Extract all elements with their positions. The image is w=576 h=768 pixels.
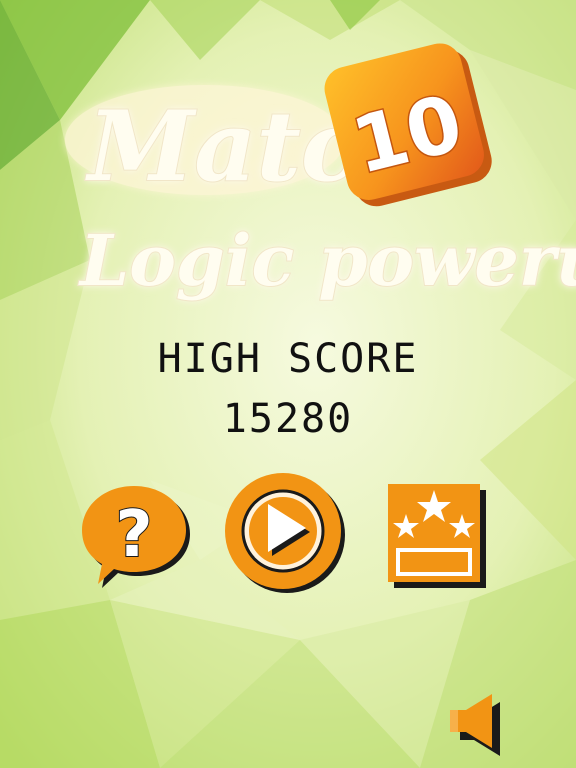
help-button[interactable]: ? bbox=[80, 482, 194, 592]
play-icon bbox=[225, 473, 345, 593]
rating-button[interactable] bbox=[386, 482, 490, 590]
stars-icon bbox=[388, 484, 486, 588]
high-score-label: HIGH SCORE bbox=[157, 336, 419, 382]
speaker-icon bbox=[450, 694, 500, 756]
svg-text:?: ? bbox=[115, 498, 152, 572]
game-logo: Match 10 Logic powerup bbox=[65, 43, 576, 303]
high-score-value: 15280 bbox=[222, 396, 354, 442]
play-button[interactable] bbox=[222, 470, 348, 596]
question-mark-icon: ? bbox=[82, 486, 190, 588]
title-logic-powerup: Logic powerup bbox=[78, 219, 576, 302]
sound-button[interactable] bbox=[446, 694, 506, 760]
